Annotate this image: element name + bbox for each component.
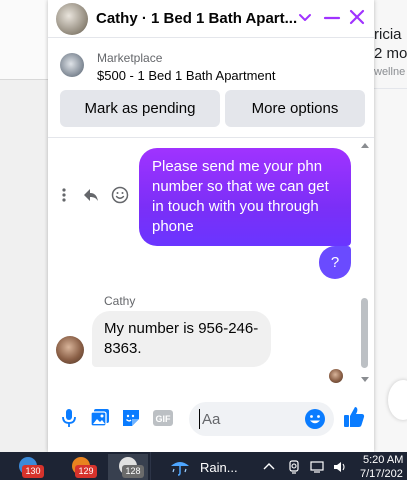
background-page-right: ricia 2 mo wellne [374, 0, 407, 452]
message-input[interactable] [199, 409, 299, 429]
sticker-icon[interactable] [120, 407, 142, 429]
weather-label[interactable]: Rain... [200, 460, 238, 475]
chat-window: Cathy · 1 Bed 1 Bath Apart... Marketplac… [48, 0, 374, 452]
taskbar-app[interactable]: 128 [108, 454, 148, 480]
more-options-button[interactable]: More options [225, 90, 365, 127]
message-composer: GIF [48, 395, 374, 443]
scroll-up-arrow[interactable] [361, 143, 369, 148]
windows-taskbar: 130 129 128 Rain... 5:20 AM 7/17/202 [0, 452, 407, 480]
taskbar-app[interactable]: 130 [8, 454, 48, 480]
more-icon[interactable] [60, 187, 68, 203]
conversation-title[interactable]: Cathy · 1 Bed 1 Bath Apart... [96, 10, 297, 27]
sender-name: Cathy [104, 294, 136, 308]
reply-icon[interactable] [82, 186, 100, 204]
background-header [0, 0, 48, 80]
scroll-down-arrow[interactable] [361, 377, 369, 382]
scrollbar-thumb[interactable] [361, 298, 368, 368]
outgoing-message[interactable]: Please send me your phn number so that w… [139, 148, 351, 246]
network-icon[interactable] [310, 460, 324, 474]
outgoing-message[interactable]: ? [319, 246, 351, 279]
avatar[interactable] [56, 336, 84, 364]
volume-icon[interactable] [333, 460, 347, 474]
message-input-wrapper [189, 402, 334, 436]
minimize-icon[interactable] [323, 9, 341, 27]
background-text: ricia [374, 26, 402, 43]
camera-icon[interactable] [287, 460, 301, 474]
microphone-icon[interactable] [58, 407, 80, 429]
background-page-left [0, 0, 48, 452]
clock-time[interactable]: 5:20 AM [363, 454, 403, 466]
taskbar-app[interactable]: 129 [61, 454, 101, 480]
rain-cloud-icon[interactable] [168, 457, 192, 477]
divider [48, 137, 374, 138]
notification-badge: 128 [122, 465, 144, 478]
listing-title: $500 - 1 Bed 1 Bath Apartment [97, 68, 276, 83]
clock-date[interactable]: 7/17/202 [360, 468, 403, 480]
conversation-avatar[interactable] [56, 3, 88, 35]
close-icon[interactable] [348, 8, 366, 26]
react-emoji-icon[interactable] [111, 186, 129, 204]
message-scrollbar[interactable] [359, 141, 369, 385]
notification-badge: 130 [22, 465, 44, 478]
gif-icon[interactable]: GIF [152, 407, 174, 429]
emoji-icon[interactable] [304, 408, 326, 430]
chevron-up-icon[interactable] [262, 460, 276, 474]
background-floating-button[interactable] [388, 380, 407, 420]
marketplace-label: Marketplace [97, 51, 163, 65]
background-text: 2 mo [374, 45, 407, 62]
listing-thumbnail [60, 53, 84, 77]
seen-avatar [329, 369, 343, 383]
gif-label: GIF [156, 414, 172, 424]
background-text: wellne [374, 66, 406, 78]
divider [374, 88, 407, 89]
chevron-down-icon[interactable] [297, 9, 313, 25]
photo-icon[interactable] [89, 407, 111, 429]
thumbs-up-icon[interactable] [342, 405, 366, 429]
chat-header: Cathy · 1 Bed 1 Bath Apart... [48, 0, 374, 38]
notification-badge: 129 [75, 465, 97, 478]
mark-as-pending-button[interactable]: Mark as pending [60, 90, 220, 127]
incoming-message[interactable]: My number is 956-246-8363. [92, 311, 271, 367]
divider [150, 452, 151, 480]
marketplace-listing[interactable]: Marketplace $500 - 1 Bed 1 Bath Apartmen… [48, 38, 374, 90]
message-actions [56, 184, 136, 206]
